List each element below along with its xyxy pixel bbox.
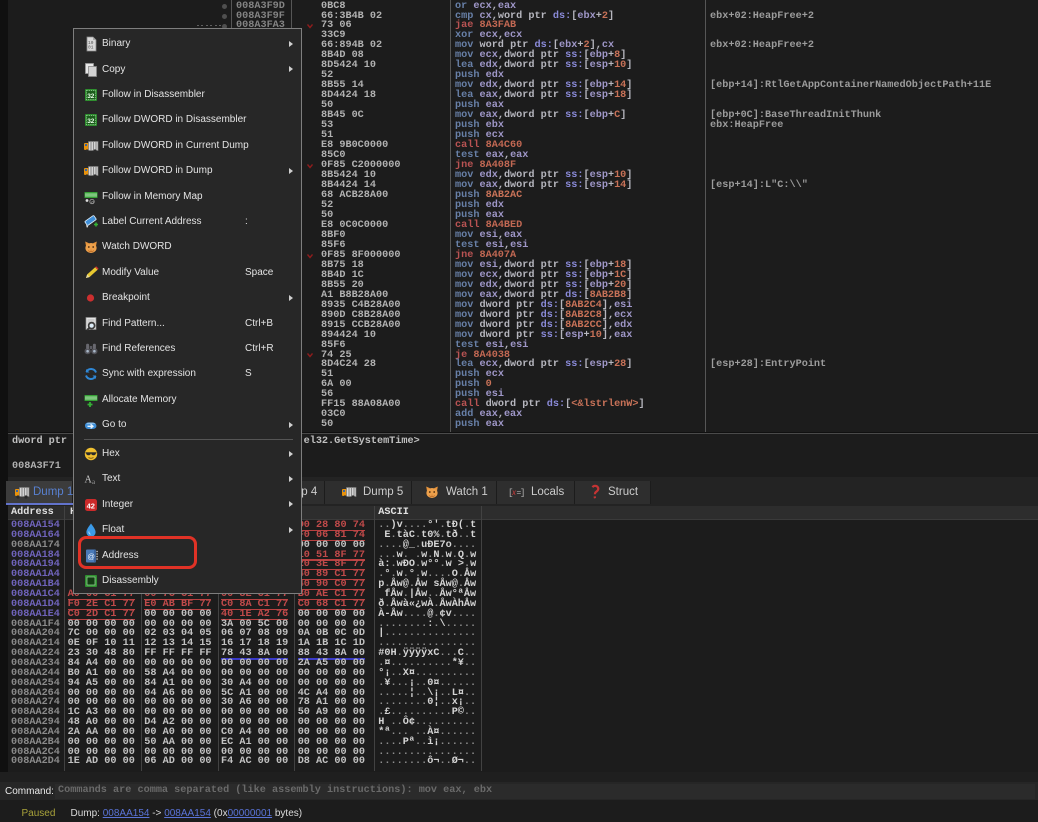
svg-text:01: 01 xyxy=(88,45,94,51)
svg-text:42: 42 xyxy=(87,501,95,510)
svg-text:]: ] xyxy=(520,488,524,498)
svg-text:a: a xyxy=(92,478,96,486)
svg-text:32: 32 xyxy=(87,93,95,100)
svg-text:@: @ xyxy=(91,199,95,204)
svg-text:32: 32 xyxy=(87,118,95,125)
